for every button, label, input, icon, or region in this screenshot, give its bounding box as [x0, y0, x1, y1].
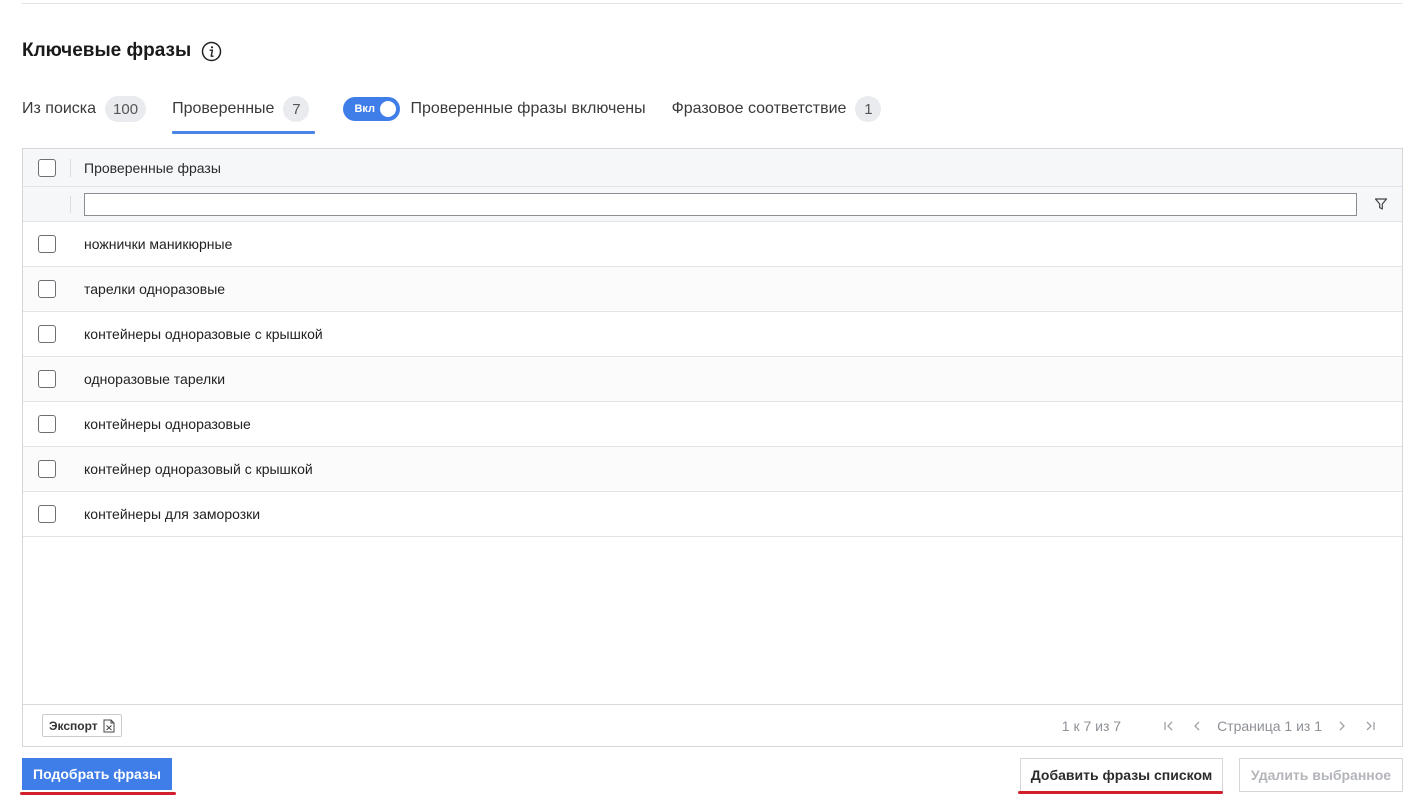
excel-file-icon [103, 719, 115, 732]
row-checkbox[interactable] [38, 460, 56, 478]
add-phrases-list-button[interactable]: Добавить фразы списком [1020, 758, 1223, 792]
tabs-bar: Из поиска 100 Проверенные 7 Вкл Проверен… [22, 96, 907, 136]
phrases-grid: Проверенные фразы ножнички маникюрные та… [22, 148, 1403, 747]
select-all-checkbox[interactable] [38, 158, 56, 177]
phrase-cell: контейнер одноразовый с крышкой [84, 461, 313, 477]
tab-label: Из поиска [22, 100, 97, 117]
row-checkbox[interactable] [38, 415, 56, 433]
page-indicator: Страница 1 из 1 [1217, 717, 1322, 734]
phrase-filter-input[interactable] [84, 192, 1357, 216]
row-checkbox[interactable] [38, 235, 56, 253]
section-header: Ключевые фразы [22, 40, 222, 62]
tab-count: 7 [283, 96, 310, 122]
row-checkbox[interactable] [38, 370, 56, 388]
table-row[interactable]: тарелки одноразовые [23, 267, 1402, 312]
table-row[interactable]: контейнеры для заморозки [23, 492, 1402, 537]
verified-toggle[interactable]: Вкл [343, 97, 401, 121]
pick-phrases-button[interactable]: Подобрать фразы [22, 758, 172, 790]
table-row[interactable]: контейнеры одноразовые с крышкой [23, 312, 1402, 357]
toggle-state-label: Вкл [354, 103, 376, 115]
phrase-cell: одноразовые тарелки [84, 371, 226, 387]
phrase-cell: контейнеры одноразовые с крышкой [84, 326, 323, 342]
delete-selected-button[interactable]: Удалить выбранное [1239, 758, 1403, 792]
section-title: Ключевые фразы [22, 40, 192, 61]
tab-verified[interactable]: Проверенные 7 [172, 96, 316, 134]
underline-marker [20, 792, 176, 795]
verified-toggle-group: Вкл Проверенные фразы включены [343, 96, 646, 122]
grid-footer: Экспорт 1 к 7 из 7 Страница 1 из 1 [23, 704, 1402, 746]
grid-body: ножнички маникюрные тарелки одноразовые … [23, 222, 1402, 537]
table-row[interactable]: контейнер одноразовый с крышкой [23, 447, 1402, 492]
row-checkbox[interactable] [38, 280, 56, 298]
table-row[interactable]: контейнеры одноразовые [23, 402, 1402, 447]
export-button[interactable]: Экспорт [42, 714, 122, 737]
filter-row [23, 187, 1402, 222]
tab-count: 1 [855, 96, 882, 122]
column-header[interactable]: Проверенные фразы [84, 160, 221, 176]
next-page-icon[interactable] [1332, 716, 1352, 736]
underline-marker [1018, 791, 1223, 794]
export-label: Экспорт [49, 718, 98, 733]
tab-label: Фразовое соответствие [671, 100, 847, 117]
phrase-cell: тарелки одноразовые [84, 281, 226, 297]
tab-phrase-match[interactable]: Фразовое соответствие 1 [672, 96, 882, 122]
prev-page-icon[interactable] [1187, 716, 1207, 736]
table-row[interactable]: ножнички маникюрные [23, 222, 1402, 267]
row-checkbox[interactable] [38, 325, 56, 343]
filter-icon[interactable] [1374, 197, 1388, 211]
top-divider [22, 3, 1402, 4]
phrase-cell: контейнеры для заморозки [84, 506, 261, 522]
tab-from-search[interactable]: Из поиска 100 [22, 96, 147, 122]
pager: 1 к 7 из 7 Страница 1 из 1 [1062, 716, 1384, 736]
info-icon[interactable] [201, 41, 222, 62]
row-checkbox[interactable] [38, 505, 56, 523]
filter-spacer [23, 187, 71, 221]
select-all-cell [23, 149, 71, 186]
tab-count: 100 [105, 96, 147, 122]
phrase-cell: контейнеры одноразовые [84, 416, 251, 432]
first-page-icon[interactable] [1159, 716, 1179, 736]
toggle-knob [380, 101, 397, 117]
last-page-icon[interactable] [1360, 716, 1380, 736]
tab-label: Проверенные [172, 100, 275, 117]
table-row[interactable]: одноразовые тарелки [23, 357, 1402, 402]
phrase-cell: ножнички маникюрные [84, 236, 233, 252]
grid-header: Проверенные фразы [23, 149, 1402, 187]
rows-summary: 1 к 7 из 7 [1061, 717, 1122, 734]
toggle-description: Проверенные фразы включены [410, 100, 646, 117]
